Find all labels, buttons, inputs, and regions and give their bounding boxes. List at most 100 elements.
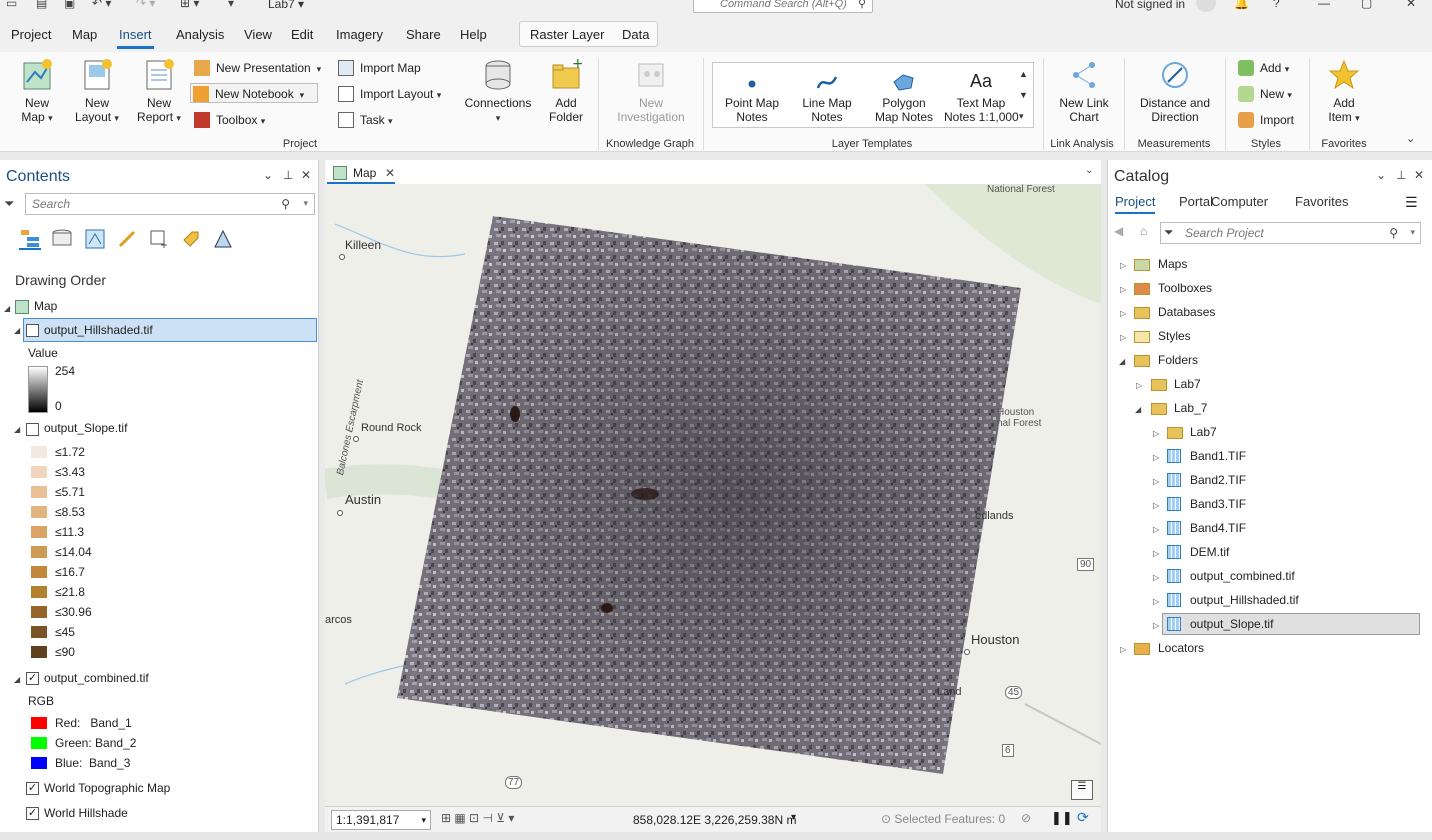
styles-import-button[interactable]: Import [1236, 110, 1294, 130]
layer-hillshade[interactable]: output_Hillshaded.tif [44, 319, 153, 341]
toolbox-button[interactable]: Toolbox ▾ [192, 110, 265, 130]
catalog-item-locators[interactable]: Locators [1158, 637, 1204, 659]
tab-catalog-portal[interactable]: Portal [1179, 194, 1213, 209]
minimize-icon[interactable]: — [1318, 0, 1330, 10]
expand-icon[interactable]: ▷ [1153, 549, 1159, 558]
notifications-icon[interactable]: 🔔 [1234, 0, 1249, 10]
catalog-item-band1[interactable]: Band1.TIF [1190, 445, 1246, 467]
new-notebook-button[interactable]: New Notebook ▾ [190, 83, 318, 103]
catalog-item-databases[interactable]: Databases [1158, 301, 1215, 323]
chevron-down-icon[interactable]: ▾ [1410, 227, 1415, 238]
scale-selector[interactable]: 1:1,391,817 ▾ [331, 810, 431, 830]
menu-icon[interactable]: ☰ [1405, 194, 1418, 211]
styles-add-button[interactable]: Add ▾ [1236, 58, 1289, 78]
redo-icon[interactable]: ↷ ▾ [136, 0, 155, 10]
expand-icon[interactable]: ▷ [1153, 501, 1159, 510]
list-by-drawing-order-icon[interactable] [19, 228, 41, 250]
layer-visibility-checkbox[interactable] [26, 324, 39, 337]
new-map-button[interactable]: New Map ▾ [14, 58, 60, 125]
line-map-notes-button[interactable]: Line Map Notes [794, 72, 860, 124]
open-project-icon[interactable]: ▤ [36, 0, 47, 10]
clear-selection-icon[interactable]: ⊘ [1021, 811, 1031, 825]
close-icon[interactable]: ✕ [1406, 0, 1416, 10]
text-map-notes-button[interactable]: Aa Text Map Notes 1:1,000 [944, 72, 1019, 124]
catalog-item-dem[interactable]: DEM.tif [1190, 541, 1229, 563]
home-icon[interactable]: ⌂ [1140, 224, 1147, 238]
catalog-search-input[interactable]: ⏷ Search Project ⚲ ▾ [1160, 222, 1421, 244]
undo-icon[interactable]: ↶ ▾ [92, 0, 111, 10]
selected-features[interactable]: ⊙ Selected Features: 0 [881, 812, 1005, 826]
new-layout-button[interactable]: New Layout ▾ [72, 58, 122, 125]
new-link-chart-button[interactable]: New Link Chart [1052, 58, 1116, 124]
close-pane-icon[interactable]: ✕ [301, 168, 311, 182]
layer-slope[interactable]: output_Slope.tif [44, 417, 127, 439]
catalog-item-maps[interactable]: Maps [1158, 253, 1187, 275]
catalog-item-lab7-sub[interactable]: Lab7 [1190, 421, 1217, 443]
catalog-item-output-hillshaded[interactable]: output_Hillshaded.tif [1190, 589, 1299, 611]
collapse-icon[interactable]: ◢ [4, 304, 10, 313]
expand-icon[interactable]: ▷ [1153, 429, 1159, 438]
gallery-scroll[interactable]: ▲ ▼ ▾ [1019, 64, 1028, 127]
list-by-labeling-icon[interactable] [180, 228, 202, 250]
expand-icon[interactable]: ▷ [1120, 333, 1126, 342]
layer-visibility-checkbox[interactable]: ✓ [26, 807, 39, 820]
collapse-icon[interactable]: ◢ [1119, 357, 1125, 366]
refresh-icon[interactable]: ⟳ [1077, 809, 1089, 826]
catalog-item-band4[interactable]: Band4.TIF [1190, 517, 1246, 539]
quick-access-customize-icon[interactable]: ⊞ ▾ [180, 0, 199, 10]
tab-catalog-computer[interactable]: Computer [1211, 194, 1268, 209]
layer-world-topographic[interactable]: World Topographic Map [44, 777, 170, 799]
collapse-icon[interactable]: ◢ [1135, 405, 1141, 414]
expand-icon[interactable]: ▷ [1120, 309, 1126, 318]
map-tools-icons[interactable]: ⊞ ▦ ⊡ ⊣ ⊻ ▾ [441, 811, 514, 825]
collapse-icon[interactable]: ◢ [14, 675, 20, 684]
catalog-item-toolboxes[interactable]: Toolboxes [1158, 277, 1212, 299]
list-by-source-icon[interactable] [51, 228, 73, 250]
new-presentation-button[interactable]: New Presentation ▾ [192, 58, 321, 78]
list-by-editing-icon[interactable] [116, 228, 138, 250]
avatar[interactable] [1196, 0, 1216, 12]
expand-icon[interactable]: ▷ [1120, 645, 1126, 654]
map-canvas[interactable]: National Forest Killeen Balcones Escarpm… [325, 184, 1101, 806]
pause-drawing-icon[interactable]: ❚❚ [1051, 810, 1073, 826]
expand-icon[interactable]: ▷ [1153, 597, 1159, 606]
expand-icon[interactable]: ▷ [1136, 381, 1142, 390]
signed-in-status[interactable]: Not signed in [1115, 0, 1185, 11]
import-map-button[interactable]: Import Map [336, 58, 421, 78]
expand-icon[interactable]: ▷ [1153, 477, 1159, 486]
expand-icon[interactable]: ▷ [1153, 453, 1159, 462]
catalog-item-lab_7[interactable]: Lab_7 [1174, 397, 1207, 419]
ribbon-collapse-icon[interactable]: ⌄ [1406, 132, 1415, 145]
tab-raster-layer[interactable]: Raster Layer [530, 27, 604, 42]
tab-map[interactable]: Map [72, 27, 97, 42]
new-investigation-button[interactable]: New Investigation [612, 58, 690, 124]
layer-visibility-checkbox[interactable]: ✓ [26, 672, 39, 685]
tab-data[interactable]: Data [622, 27, 649, 42]
catalog-item-band2[interactable]: Band2.TIF [1190, 469, 1246, 491]
add-item-button[interactable]: Add Item ▾ [1318, 58, 1370, 125]
catalog-item-band3[interactable]: Band3.TIF [1190, 493, 1246, 515]
catalog-item-output-slope[interactable]: output_Slope.tif [1190, 613, 1273, 635]
tab-map-view[interactable]: Map ✕ [327, 162, 395, 184]
expand-icon[interactable]: ▷ [1153, 621, 1159, 630]
pane-options-icon[interactable]: ⌄ [263, 168, 273, 182]
pin-icon[interactable]: ⊥ [1396, 168, 1406, 182]
map-node[interactable]: Map [34, 295, 57, 317]
tab-insert[interactable]: Insert [117, 27, 154, 49]
chevron-down-icon[interactable]: ▾ [791, 812, 796, 823]
expand-icon[interactable]: ▷ [1120, 285, 1126, 294]
list-by-perspective-imagery-icon[interactable] [212, 228, 234, 250]
catalog-item-styles[interactable]: Styles [1158, 325, 1191, 347]
list-by-snapping-icon[interactable] [148, 228, 170, 250]
maximize-icon[interactable]: ▢ [1361, 0, 1372, 10]
new-report-button[interactable]: New Report ▾ [134, 58, 184, 125]
tab-project[interactable]: Project [11, 27, 51, 42]
layer-world-hillshade[interactable]: World Hillshade [44, 802, 128, 824]
tab-share[interactable]: Share [406, 27, 441, 42]
help-button[interactable]: ? [1273, 0, 1280, 10]
contents-search-input[interactable]: Search ⚲ ▾ [25, 193, 315, 215]
map-legend-icon[interactable]: ☰ [1071, 780, 1093, 800]
tab-help[interactable]: Help [460, 27, 487, 42]
pin-icon[interactable]: ⊥ [283, 168, 293, 182]
catalog-item-folders[interactable]: Folders [1158, 349, 1198, 371]
